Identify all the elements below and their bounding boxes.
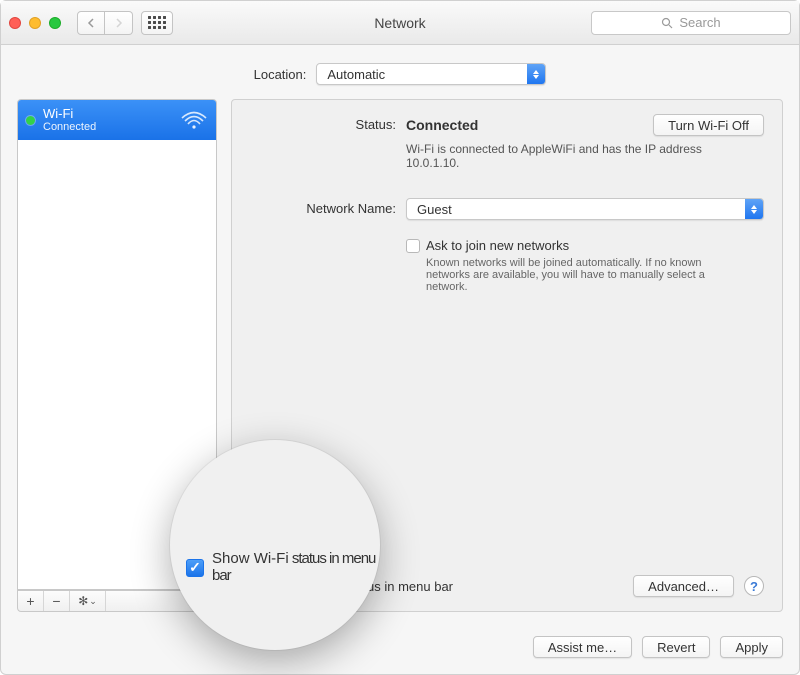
network-name-label: Network Name: bbox=[256, 198, 396, 216]
location-label: Location: bbox=[254, 67, 307, 82]
wifi-icon bbox=[180, 110, 208, 130]
ask-join-row: Ask to join new networks Known networks … bbox=[406, 238, 764, 293]
service-item-wifi[interactable]: Wi-Fi Connected bbox=[18, 100, 216, 140]
location-value: Automatic bbox=[327, 67, 527, 82]
chevron-down-icon: ⌄ bbox=[89, 596, 97, 607]
back-button[interactable] bbox=[77, 11, 105, 35]
magnifier-overlay: Show Wi-Fi status in menu bar bbox=[170, 440, 380, 650]
status-detail: Wi-Fi is connected to AppleWiFi and has … bbox=[406, 142, 706, 170]
network-name-select[interactable]: Guest bbox=[406, 198, 764, 220]
ask-join-checkbox[interactable] bbox=[406, 239, 420, 253]
titlebar: Network Search bbox=[1, 1, 799, 45]
status-dot-connected bbox=[26, 116, 35, 125]
add-service-button[interactable]: + bbox=[18, 591, 44, 611]
network-name-value: Guest bbox=[417, 202, 745, 217]
apply-button[interactable]: Apply bbox=[720, 636, 783, 658]
magnify-text: Show Wi-Fi status in menu bar bbox=[212, 550, 380, 584]
location-select[interactable]: Automatic bbox=[316, 63, 546, 85]
network-preferences-window: Network Search Location: Automatic Wi-Fi… bbox=[0, 0, 800, 675]
close-window-button[interactable] bbox=[9, 17, 21, 29]
grid-icon bbox=[148, 16, 166, 29]
minimize-window-button[interactable] bbox=[29, 17, 41, 29]
search-input[interactable]: Search bbox=[591, 11, 791, 35]
footer-buttons: Assist me… Revert Apply bbox=[1, 628, 799, 674]
status-value: Connected bbox=[406, 117, 478, 133]
popup-arrows-icon bbox=[745, 199, 763, 219]
revert-button[interactable]: Revert bbox=[642, 636, 710, 658]
advanced-button[interactable]: Advanced… bbox=[633, 575, 734, 597]
status-label: Status: bbox=[256, 114, 396, 132]
remove-service-button[interactable]: − bbox=[44, 591, 70, 611]
service-name: Wi-Fi bbox=[43, 106, 172, 121]
service-options-button[interactable]: ✻ ⌄ bbox=[70, 591, 106, 611]
nav-buttons bbox=[77, 11, 133, 35]
gear-icon: ✻ bbox=[78, 594, 88, 608]
chevron-right-icon bbox=[115, 18, 123, 28]
show-all-button[interactable] bbox=[141, 11, 173, 35]
turn-wifi-off-button[interactable]: Turn Wi-Fi Off bbox=[653, 114, 764, 136]
ask-join-help: Known networks will be joined automatica… bbox=[426, 257, 716, 293]
search-placeholder: Search bbox=[679, 15, 720, 30]
popup-arrows-icon bbox=[527, 64, 545, 84]
help-button[interactable]: ? bbox=[744, 576, 764, 596]
traffic-lights bbox=[9, 17, 61, 29]
ask-join-label: Ask to join new networks bbox=[426, 238, 569, 253]
assist-me-button[interactable]: Assist me… bbox=[533, 636, 632, 658]
chevron-left-icon bbox=[87, 18, 95, 28]
zoom-window-button[interactable] bbox=[49, 17, 61, 29]
search-icon bbox=[661, 17, 673, 29]
forward-button[interactable] bbox=[105, 11, 133, 35]
location-row: Location: Automatic bbox=[1, 45, 799, 99]
service-status: Connected bbox=[43, 121, 172, 134]
show-menu-checkbox-magnified bbox=[186, 559, 204, 577]
